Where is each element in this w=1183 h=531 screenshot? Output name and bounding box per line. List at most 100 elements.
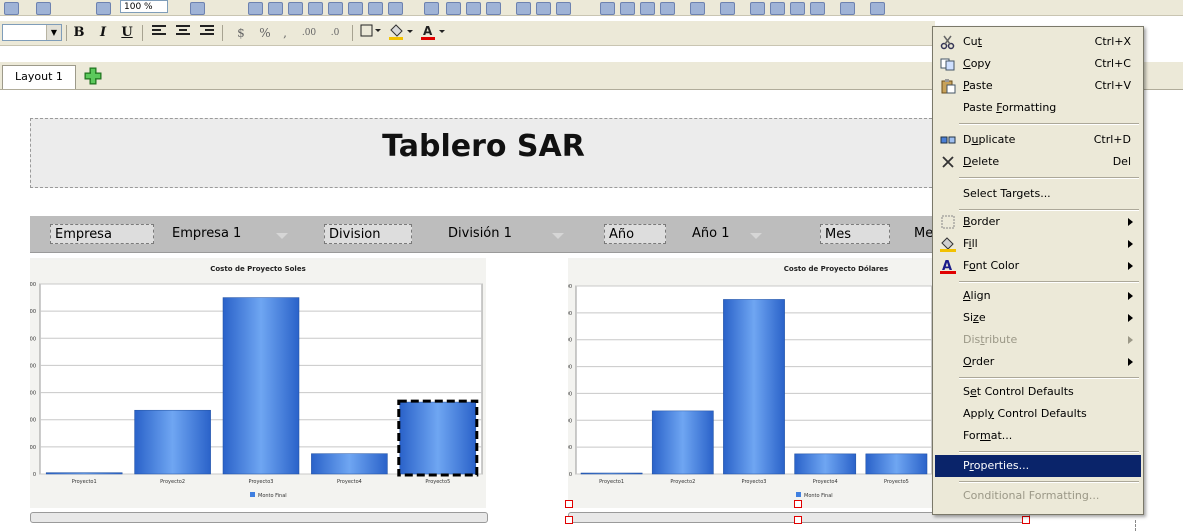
tool-icon[interactable] (640, 2, 655, 15)
tool-icon[interactable] (620, 2, 635, 15)
tool-icon[interactable] (368, 2, 383, 15)
chevron-down-icon[interactable] (276, 233, 288, 239)
decrease-decimal-button[interactable]: .0 (326, 24, 344, 42)
menu-item-paste-formatting[interactable]: Paste Formatting (935, 97, 1141, 119)
y-tick-label: 300 (30, 391, 36, 397)
menu-item-properties[interactable]: Properties... (935, 455, 1141, 477)
increase-decimal-button[interactable]: .00 (300, 24, 318, 42)
paste-icon (941, 79, 956, 94)
tool-icon[interactable] (810, 2, 825, 15)
tool-icon[interactable] (248, 2, 263, 15)
zoom-icon[interactable] (96, 2, 111, 15)
undo-icon[interactable] (4, 2, 19, 15)
tool-icon[interactable] (870, 2, 885, 15)
tool-icon[interactable] (328, 2, 343, 15)
tool-icon[interactable] (600, 2, 615, 15)
cursor-icon[interactable] (190, 2, 205, 15)
tool-icon[interactable] (486, 2, 501, 15)
align-left-icon[interactable] (150, 24, 168, 42)
filter-value-mes[interactable]: Me (914, 224, 933, 244)
currency-button[interactable]: $ (232, 24, 250, 42)
filter-value-empresa[interactable]: Empresa 1 (172, 224, 241, 244)
comma-button[interactable]: , (276, 24, 294, 42)
align-right-icon[interactable] (198, 24, 216, 42)
menu-item-align[interactable]: Align (935, 285, 1141, 307)
tool-icon[interactable] (424, 2, 439, 15)
tool-icon[interactable] (770, 2, 785, 15)
submenu-arrow-icon (1128, 336, 1133, 344)
tool-icon[interactable] (690, 2, 705, 15)
font-size-select[interactable]: ▼ (2, 24, 62, 41)
tool-icon[interactable] (268, 2, 283, 15)
zoom-select[interactable]: 100 % (120, 0, 168, 13)
tab-layout-1[interactable]: Layout 1 (2, 65, 76, 89)
tool-icon[interactable] (288, 2, 303, 15)
chart-costo-dolares[interactable]: Costo de Proyecto Dólares 0 100 200 300 400 50… (562, 258, 933, 508)
italic-button[interactable]: I (94, 24, 112, 42)
tool-icon[interactable] (308, 2, 323, 15)
add-tab-icon[interactable] (84, 67, 102, 85)
font-color-icon[interactable]: A (420, 24, 446, 42)
menu-item-delete[interactable]: Delete Del (935, 151, 1141, 173)
title-textbox[interactable]: Tablero SAR (30, 118, 937, 188)
border-icon[interactable] (360, 24, 382, 42)
filter-label-mes[interactable]: Mes (820, 224, 890, 244)
filter-label-division[interactable]: Division (324, 224, 412, 244)
tool-icon[interactable] (840, 2, 855, 15)
menu-item-copy[interactable]: Copy Ctrl+C (935, 53, 1141, 75)
toolbar-separator (142, 25, 143, 41)
formatting-toolbar: ▼ B I U $ % , .00 .0 A (0, 21, 935, 46)
y-tick-label: 100 (30, 445, 36, 451)
chevron-down-icon[interactable] (750, 233, 762, 239)
tool-icon[interactable] (660, 2, 675, 15)
redo-icon[interactable] (36, 2, 51, 15)
fill-bucket-icon[interactable] (388, 24, 414, 42)
chart-scrollbar[interactable] (30, 512, 488, 523)
underline-button[interactable]: U (118, 24, 136, 42)
menu-item-label: Copy (963, 57, 991, 70)
tool-icon[interactable] (446, 2, 461, 15)
tool-icon[interactable] (720, 2, 735, 15)
chevron-down-icon[interactable] (552, 233, 564, 239)
selection-handle[interactable] (565, 500, 573, 508)
menu-item-border[interactable]: Border (935, 211, 1141, 233)
tool-icon[interactable] (388, 2, 403, 15)
tool-icon[interactable] (348, 2, 363, 15)
bold-button[interactable]: B (70, 24, 88, 42)
filter-label-ano[interactable]: Año (604, 224, 666, 244)
menu-item-fill[interactable]: Fill (935, 233, 1141, 255)
submenu-arrow-icon (1128, 292, 1133, 300)
menu-item-cut[interactable]: Cut Ctrl+X (935, 31, 1141, 53)
selection-handle[interactable] (1022, 516, 1030, 524)
tool-icon[interactable] (790, 2, 805, 15)
menu-item-apply-control-defaults[interactable]: Apply Control Defaults (935, 403, 1141, 425)
align-center-icon[interactable] (174, 24, 192, 42)
border-icon (941, 215, 955, 229)
report-title: Tablero SAR (382, 129, 585, 164)
chart-costo-soles[interactable]: Costo de Proyecto Soles 0 100 200 300 400 500 6… (26, 258, 486, 508)
selection-handle[interactable] (794, 500, 802, 508)
y-tick-label: 200 (568, 418, 572, 424)
tool-icon[interactable] (750, 2, 765, 15)
percent-button[interactable]: % (256, 24, 274, 42)
menu-item-order[interactable]: Order (935, 351, 1141, 373)
menu-item-select-targets[interactable]: Select Targets... (935, 183, 1141, 205)
bar (651, 410, 714, 475)
menu-item-format[interactable]: Format... (935, 425, 1141, 447)
menu-item-duplicate[interactable]: Duplicate Ctrl+D (935, 129, 1141, 151)
chevron-down-icon[interactable]: ▼ (46, 25, 61, 40)
filter-value-ano[interactable]: Año 1 (692, 224, 730, 244)
tool-icon[interactable] (556, 2, 571, 15)
selection-handle[interactable] (794, 516, 802, 524)
filter-value-division[interactable]: División 1 (448, 224, 512, 244)
menu-item-size[interactable]: Size (935, 307, 1141, 329)
bar (723, 299, 785, 475)
selection-handle[interactable] (565, 516, 573, 524)
tool-icon[interactable] (536, 2, 551, 15)
menu-item-font-color[interactable]: A Font Color (935, 255, 1141, 277)
filter-label-empresa[interactable]: Empresa (50, 224, 154, 244)
menu-item-set-control-defaults[interactable]: Set Control Defaults (935, 381, 1141, 403)
tool-icon[interactable] (466, 2, 481, 15)
tool-icon[interactable] (516, 2, 531, 15)
menu-item-paste[interactable]: Paste Ctrl+V (935, 75, 1141, 97)
